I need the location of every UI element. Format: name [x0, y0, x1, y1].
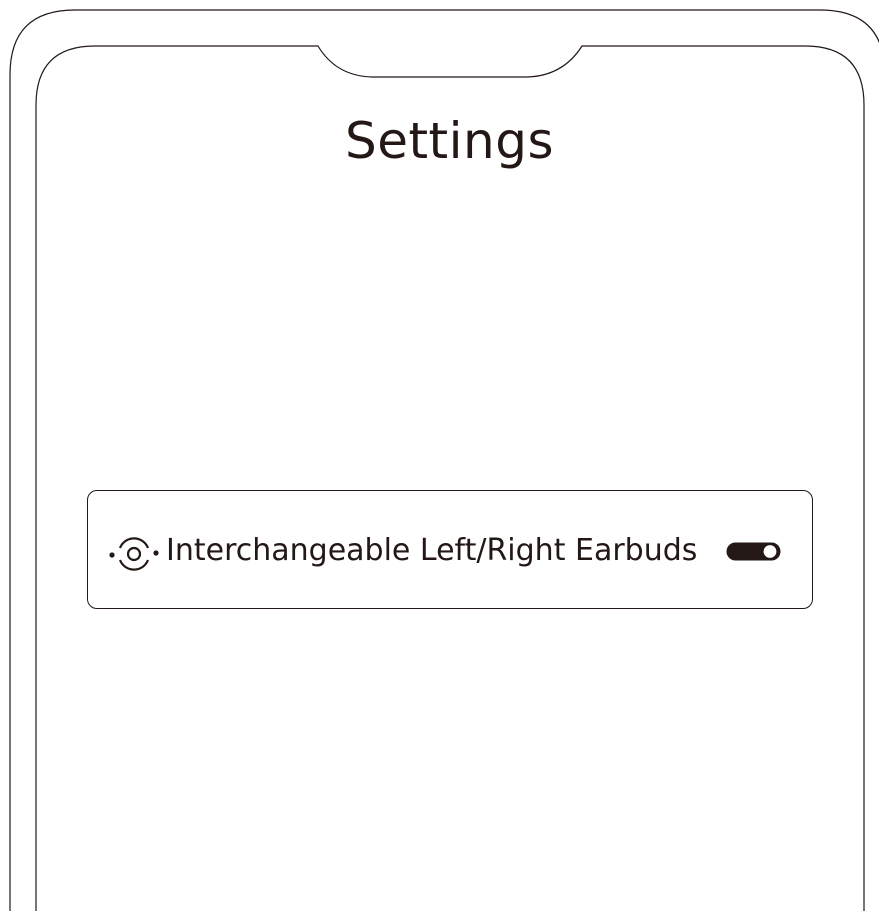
- settings-row-interchangeable-earbuds[interactable]: Interchangeable Left/Right Earbuds: [87, 490, 813, 609]
- swap-earbuds-icon: [108, 527, 160, 575]
- page-title: Settings: [344, 112, 555, 170]
- screen-notch: [35, 45, 865, 911]
- setting-label: Interchangeable Left/Right Earbuds: [166, 533, 698, 568]
- earbuds-swap-toggle[interactable]: [726, 542, 781, 561]
- toggle-knob: [762, 543, 778, 560]
